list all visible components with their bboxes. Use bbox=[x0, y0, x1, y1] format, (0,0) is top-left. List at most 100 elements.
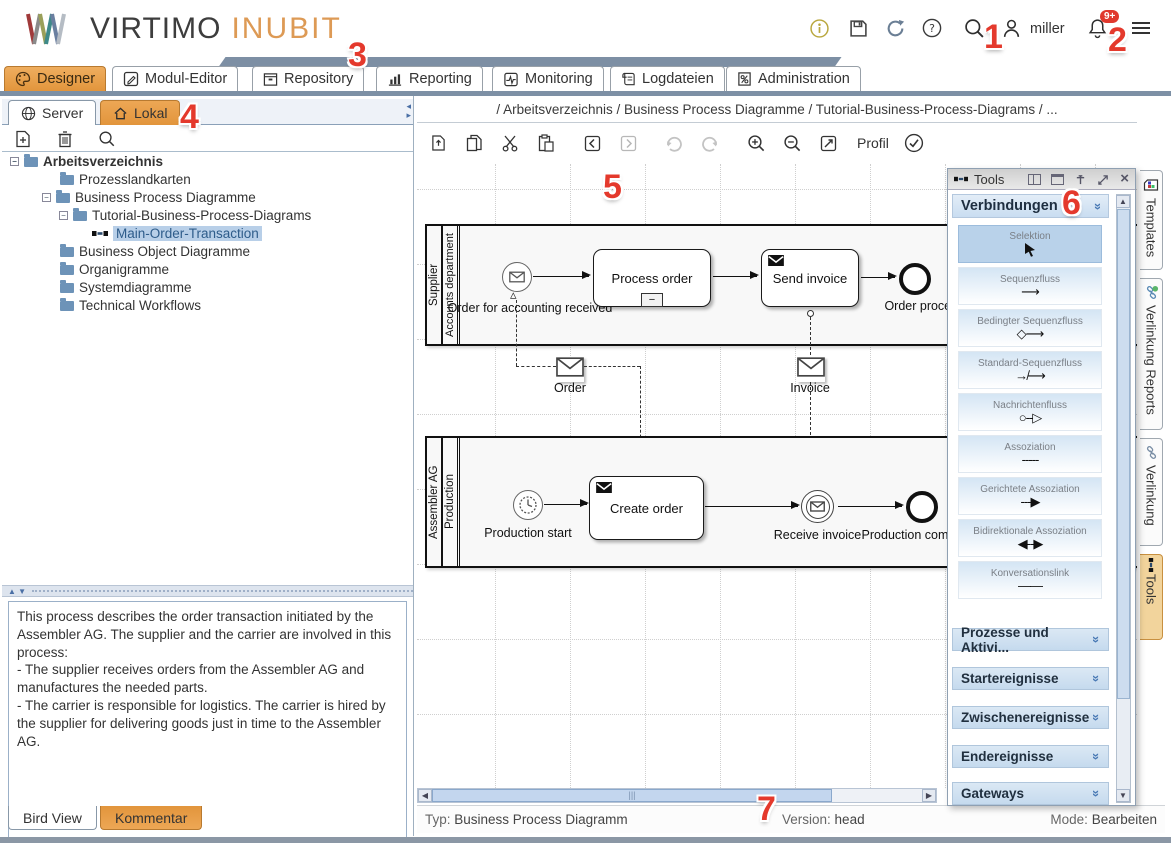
globe-icon bbox=[21, 106, 36, 121]
end-event-order-processed[interactable] bbox=[899, 263, 931, 295]
info-icon[interactable] bbox=[808, 17, 830, 39]
navigate-forward-icon[interactable] bbox=[617, 132, 639, 154]
help-icon[interactable]: ? bbox=[921, 17, 943, 39]
templates-icon bbox=[1143, 177, 1159, 193]
section-prozesse-und-aktivitaeten[interactable]: Prozesse und Aktivi...» bbox=[952, 628, 1109, 651]
tree-item[interactable]: − Business Process Diagramme bbox=[2, 189, 413, 206]
scroll-left-button[interactable]: ◀ bbox=[418, 789, 432, 802]
tool-nachrichtenfluss[interactable]: Nachrichtenfluss ○--▷ bbox=[958, 393, 1102, 431]
tree-item-root[interactable]: − Arbeitsverzeichnis bbox=[2, 153, 413, 170]
breadcrumb[interactable]: / Arbeitsverzeichnis / Business Process … bbox=[417, 97, 1137, 123]
tree-item[interactable]: Technical Workflows bbox=[2, 297, 413, 314]
undo-icon[interactable] bbox=[699, 132, 721, 154]
horizontal-scrollbar[interactable]: ◀ ▶ bbox=[417, 788, 937, 803]
section-endereignisse[interactable]: Endereignisse» bbox=[952, 745, 1109, 768]
tree-item[interactable]: Systemdiagramme bbox=[2, 279, 413, 296]
side-tab-label: Verlinkung bbox=[1144, 465, 1159, 526]
new-diagram-icon[interactable] bbox=[12, 128, 34, 150]
navigation-sidebar: Server Lokal ◂▸ − Arbeitsverzeichn bbox=[2, 96, 414, 836]
zoom-out-icon[interactable] bbox=[781, 132, 803, 154]
scroll-right-button[interactable]: ▶ bbox=[922, 789, 936, 802]
expand-toggle-icon[interactable]: − bbox=[42, 193, 51, 202]
tool-glyph: ⟶ bbox=[1021, 285, 1039, 299]
panel-detach-icon[interactable] bbox=[1097, 174, 1110, 185]
panel-close-icon[interactable]: × bbox=[1120, 174, 1129, 185]
tree-search-icon[interactable] bbox=[96, 128, 118, 150]
start-event-order-received[interactable] bbox=[502, 262, 532, 292]
tab-server[interactable]: Server bbox=[8, 100, 96, 125]
side-tab-verlinkung-reports[interactable]: Verlinkung Reports bbox=[1140, 278, 1163, 430]
panel-columns-icon[interactable] bbox=[1028, 174, 1041, 185]
intermediate-event-receive-invoice[interactable] bbox=[801, 490, 834, 523]
redo-icon[interactable] bbox=[663, 132, 685, 154]
tab-reporting[interactable]: Reporting bbox=[376, 66, 483, 91]
message-order[interactable] bbox=[556, 357, 584, 382]
username-label[interactable]: miller bbox=[1030, 21, 1065, 37]
side-tab-verlinkung[interactable]: Verlinkung bbox=[1140, 438, 1163, 546]
section-gateways[interactable]: Gateways» bbox=[952, 782, 1109, 805]
paste-icon[interactable] bbox=[535, 132, 557, 154]
tools-panel-titlebar[interactable]: Tools × bbox=[948, 169, 1135, 190]
scrollbar-thumb[interactable] bbox=[1117, 209, 1130, 699]
tree-item-label: Main-Order-Transaction bbox=[113, 226, 262, 241]
sidebar-splitter[interactable]: ▲ ▼ bbox=[2, 585, 413, 597]
end-event-production-completed[interactable] bbox=[906, 491, 938, 523]
tool-assoziation[interactable]: Assoziation ----- bbox=[958, 435, 1102, 473]
task-process-order[interactable]: Process order − bbox=[593, 249, 711, 307]
tree-item-selected[interactable]: Main-Order-Transaction bbox=[2, 225, 413, 242]
search-icon[interactable] bbox=[963, 17, 985, 39]
task-send-invoice[interactable]: Send invoice bbox=[761, 249, 859, 307]
refresh-icon[interactable] bbox=[884, 17, 906, 39]
home-icon bbox=[113, 106, 128, 121]
section-startereignisse[interactable]: Startereignisse» bbox=[952, 667, 1109, 690]
section-zwischenereignisse[interactable]: Zwischenereignisse» bbox=[952, 706, 1109, 729]
profil-button[interactable]: Profil bbox=[857, 135, 889, 151]
scroll-up-button[interactable]: ▲ bbox=[1116, 195, 1130, 208]
tab-administration[interactable]: Administration bbox=[726, 66, 861, 91]
scroll-down-button[interactable]: ▼ bbox=[1116, 789, 1130, 802]
tab-designer[interactable]: Designer bbox=[4, 66, 106, 91]
tool-sequenzfluss[interactable]: Sequenzfluss ⟶ bbox=[958, 267, 1102, 305]
zoom-in-icon[interactable] bbox=[745, 132, 767, 154]
sidebar-collapse-arrows[interactable]: ◂▸ bbox=[406, 102, 411, 120]
tools-scrollbar[interactable]: ▲ ▼ bbox=[1116, 194, 1131, 803]
message-invoice[interactable] bbox=[797, 357, 825, 382]
tool-selektion[interactable]: Selektion bbox=[958, 225, 1102, 263]
save-icon[interactable] bbox=[847, 17, 869, 39]
panel-pin-icon[interactable] bbox=[1074, 174, 1087, 185]
tool-bidirektionale-assoziation[interactable]: Bidirektionale Assoziation ◀--▶ bbox=[958, 519, 1102, 557]
tool-bedingter-sequenzfluss[interactable]: Bedingter Sequenzfluss ◇⟶ bbox=[958, 309, 1102, 347]
navigate-back-icon[interactable] bbox=[581, 132, 603, 154]
cut-scissors-icon[interactable] bbox=[499, 132, 521, 154]
tab-modul-editor[interactable]: Modul-Editor bbox=[112, 66, 238, 91]
section-verbindungen-header[interactable]: Verbindungen « bbox=[952, 194, 1109, 218]
expand-toggle-icon[interactable]: − bbox=[10, 157, 19, 166]
task-create-order[interactable]: Create order bbox=[589, 476, 704, 540]
tool-gerichtete-assoziation[interactable]: Gerichtete Assoziation ---▶ bbox=[958, 477, 1102, 515]
menu-hamburger-icon[interactable] bbox=[1130, 17, 1152, 39]
tab-monitoring[interactable]: Monitoring bbox=[492, 66, 604, 91]
tree-item[interactable]: Organigramme bbox=[2, 261, 413, 278]
copy-icon[interactable] bbox=[463, 132, 485, 154]
validate-check-icon[interactable] bbox=[903, 132, 925, 154]
fit-to-window-icon[interactable] bbox=[817, 132, 839, 154]
expand-toggle-icon[interactable]: − bbox=[59, 211, 68, 220]
subprocess-marker[interactable]: − bbox=[641, 293, 663, 307]
tree-item[interactable]: Business Object Diagramme bbox=[2, 243, 413, 260]
export-diagram-icon[interactable] bbox=[427, 132, 449, 154]
panel-maximize-icon[interactable] bbox=[1051, 174, 1064, 185]
status-bar: Typ: Business Process Diagramm Version: … bbox=[417, 805, 1165, 833]
tab-logdateien[interactable]: Logdateien bbox=[610, 66, 725, 91]
side-tab-templates[interactable]: Templates bbox=[1140, 170, 1163, 270]
user-icon[interactable] bbox=[1000, 17, 1022, 39]
tab-kommentar[interactable]: Kommentar bbox=[100, 806, 202, 830]
side-tab-tools[interactable]: Tools bbox=[1140, 554, 1163, 640]
tree-item[interactable]: − Tutorial-Business-Process-Diagrams bbox=[2, 207, 413, 224]
timer-start-event[interactable] bbox=[513, 490, 543, 520]
tab-bird-view[interactable]: Bird View bbox=[8, 806, 97, 830]
tab-lokal[interactable]: Lokal bbox=[100, 100, 180, 125]
delete-trash-icon[interactable] bbox=[54, 128, 76, 150]
tree-item[interactable]: Prozesslandkarten bbox=[2, 171, 413, 188]
tool-konversationslink[interactable]: Konversationslink —— bbox=[958, 561, 1102, 599]
tool-standard-sequenzfluss[interactable]: Standard-Sequenzfluss ↛⟶ bbox=[958, 351, 1102, 389]
